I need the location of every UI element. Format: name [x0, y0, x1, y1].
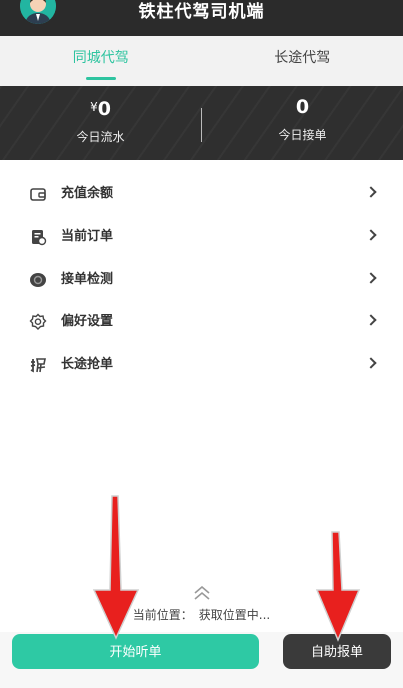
today-orders-label: 今日接单 [278, 128, 327, 142]
arrow-down-icon [92, 495, 140, 640]
menu-item-label: 长途抢单 [61, 357, 114, 372]
chevron-right-icon [365, 272, 377, 284]
menu-item-current-orders[interactable]: 当前订单 [0, 216, 403, 258]
location-value: 获取位置中... [198, 608, 271, 622]
today-stats-panel: ¥0 今日流水 0 今日接单 [0, 86, 403, 160]
grab-icon [30, 358, 46, 373]
currency-symbol: ¥ [90, 100, 98, 114]
order-icon [32, 230, 47, 246]
detect-icon [30, 273, 46, 287]
today-orders-stat: 0 今日接单 [202, 86, 403, 160]
today-flow-value-row: ¥0 [0, 96, 201, 120]
menu-item-label: 偏好设置 [61, 314, 114, 329]
menu-item-label: 当前订单 [61, 229, 114, 244]
menu-item-label: 接单检测 [61, 272, 114, 287]
arrow-down-icon [315, 531, 361, 642]
service-tabs: 同城代驾 长途代驾 [0, 36, 403, 86]
chevron-right-icon [365, 229, 377, 241]
menu-item-label: 充值余额 [61, 186, 114, 201]
tab-long-distance-driving[interactable]: 长途代驾 [202, 36, 403, 86]
app-header: 铁柱代驾司机端 [0, 0, 403, 36]
menu-item-preferences[interactable]: 偏好设置 [0, 301, 403, 343]
today-orders-value: 0 [295, 96, 310, 118]
tab-city-driving[interactable]: 同城代驾 [0, 36, 202, 86]
wallet-icon [30, 188, 46, 201]
chevron-right-icon [365, 186, 377, 198]
chevron-right-icon [365, 314, 377, 326]
menu-item-long-distance-grab[interactable]: 长途抢单 [0, 344, 403, 386]
today-flow-label: 今日流水 [76, 130, 125, 144]
today-flow-value: 0 [97, 98, 111, 120]
chevron-right-icon [365, 357, 377, 369]
page-title: 铁柱代驾司机端 [138, 2, 265, 22]
chevron-up-icon[interactable] [193, 586, 211, 600]
menu-item-order-detect[interactable]: 接单检测 [0, 259, 403, 301]
menu-item-recharge[interactable]: 充值余额 [0, 173, 403, 215]
gear-icon [29, 313, 47, 330]
today-flow-stat: ¥0 今日流水 [0, 86, 201, 160]
